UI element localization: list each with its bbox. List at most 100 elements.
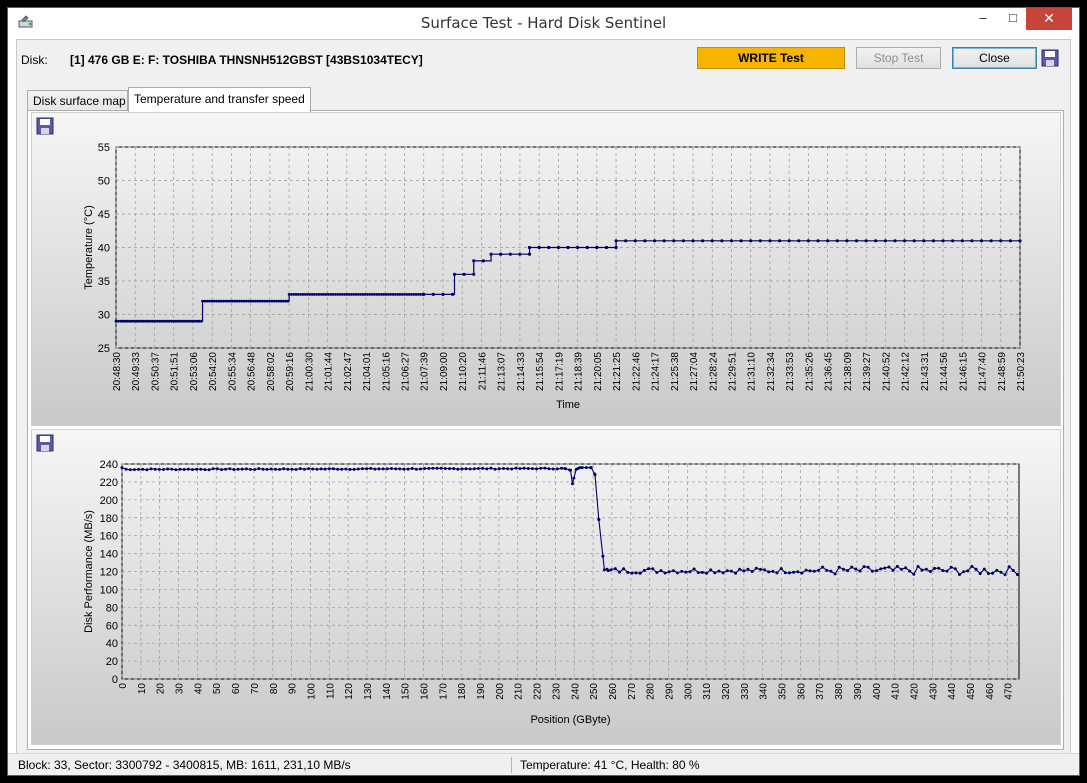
- stop-test-button[interactable]: Stop Test: [856, 47, 941, 69]
- temperature-point: [652, 239, 657, 243]
- performance-point: [443, 467, 447, 470]
- performance-point: [456, 467, 460, 471]
- performance-x-tick-label: 430: [928, 683, 939, 700]
- performance-point: [294, 468, 298, 471]
- temperature-x-tick-label: 21:24:17: [651, 352, 662, 391]
- performance-point: [800, 571, 804, 575]
- temperature-point: [286, 299, 290, 303]
- performance-point: [427, 466, 431, 470]
- performance-point: [622, 567, 626, 571]
- floppy-disk-icon[interactable]: [1041, 49, 1059, 67]
- disk-value: [1] 476 GB E: F: TOSHIBA THNSNH512GBST […: [70, 53, 423, 67]
- title-bar[interactable]: Surface Test - Hard Disk Sentinel – □ ✕: [8, 8, 1079, 38]
- temperature-point: [614, 239, 618, 243]
- tab-temperature-transfer-speed[interactable]: Temperature and transfer speed: [128, 87, 311, 112]
- performance-point: [377, 467, 381, 471]
- temperature-x-tick-label: 21:48:59: [997, 352, 1008, 391]
- performance-point: [460, 467, 464, 471]
- maximize-button[interactable]: □: [998, 8, 1028, 30]
- performance-point: [812, 569, 816, 573]
- performance-x-tick-label: 10: [137, 683, 148, 695]
- performance-point: [680, 569, 684, 573]
- performance-point: [891, 568, 895, 572]
- performance-point: [962, 570, 966, 574]
- performance-point: [569, 468, 572, 472]
- performance-x-tick-label: 50: [212, 683, 223, 695]
- minimize-button[interactable]: –: [968, 8, 998, 30]
- performance-point: [995, 568, 999, 572]
- temperature-x-tick-label: 20:59:16: [285, 352, 296, 391]
- temperature-x-tick-label: 21:50:23: [1016, 352, 1027, 391]
- temperature-x-tick-label: 21:17:19: [554, 352, 565, 391]
- performance-point: [883, 566, 887, 570]
- performance-point: [580, 466, 584, 470]
- temperature-y-tick-label: 30: [98, 310, 110, 322]
- performance-y-tick-label: 100: [100, 584, 118, 596]
- performance-y-tick-label: 80: [106, 602, 118, 614]
- temperature-point: [729, 239, 734, 243]
- temperature-y-tick-label: 35: [98, 276, 110, 288]
- temperature-x-axis-label: Time: [556, 399, 580, 411]
- temperature-x-tick-label: 21:33:53: [785, 352, 796, 391]
- close-button[interactable]: Close: [952, 47, 1037, 69]
- temperature-x-tick-label: 21:31:10: [747, 352, 758, 391]
- performance-point: [211, 467, 215, 471]
- performance-point: [278, 467, 281, 471]
- performance-point: [974, 567, 978, 571]
- performance-point: [124, 467, 128, 471]
- performance-y-tick-label: 40: [106, 638, 118, 650]
- temperature-point: [787, 239, 791, 243]
- performance-x-tick-label: 290: [664, 683, 675, 700]
- performance-point: [547, 467, 551, 471]
- temperature-point: [691, 239, 695, 243]
- temperature-point: [422, 292, 426, 296]
- performance-point: [684, 570, 688, 574]
- temperature-point: [902, 239, 907, 243]
- performance-point: [982, 567, 986, 571]
- performance-point: [539, 466, 543, 470]
- write-test-button[interactable]: WRITE Test: [697, 47, 845, 69]
- performance-point: [825, 568, 829, 572]
- temperature-x-tick-label: 21:02:47: [343, 352, 354, 391]
- performance-point: [721, 571, 725, 575]
- temperature-point: [912, 239, 916, 243]
- performance-point: [854, 567, 858, 571]
- performance-point: [149, 467, 153, 471]
- performance-x-tick-label: 420: [909, 683, 920, 700]
- performance-point: [804, 568, 808, 572]
- temperature-point: [1008, 239, 1012, 243]
- performance-point: [966, 569, 970, 573]
- performance-point: [904, 566, 908, 570]
- performance-point: [555, 467, 559, 471]
- temperature-point: [595, 245, 599, 250]
- performance-point: [257, 467, 261, 471]
- temperature-x-tick-label: 21:43:31: [920, 352, 931, 391]
- tab-panel: 25 30 35 40 45 50 55 20:48:30 20:49:33 20:50:37 20…: [27, 110, 1064, 750]
- temperature-point: [941, 239, 945, 243]
- performance-point: [688, 570, 692, 574]
- performance-point: [298, 467, 302, 471]
- performance-point: [642, 568, 646, 572]
- performance-point: [754, 566, 758, 570]
- performance-point: [1003, 573, 1007, 577]
- performance-point: [435, 466, 439, 470]
- temperature-x-tick-label: 21:28:24: [708, 352, 719, 391]
- performance-point: [987, 572, 990, 575]
- tab-disk-surface-map[interactable]: Disk surface map: [27, 90, 128, 111]
- performance-x-tick-label: 130: [363, 683, 374, 700]
- performance-point: [530, 467, 534, 471]
- performance-point: [601, 554, 605, 558]
- performance-point: [866, 565, 870, 569]
- performance-point: [692, 567, 696, 571]
- temperature-point: [768, 239, 772, 243]
- performance-point: [273, 467, 277, 471]
- performance-x-tick-label: 110: [325, 683, 336, 699]
- performance-point: [647, 567, 650, 571]
- performance-point: [862, 565, 866, 569]
- performance-point: [514, 466, 518, 470]
- temperature-x-tick-label: 21:05:16: [381, 352, 392, 391]
- temperature-point: [508, 252, 512, 256]
- window-close-button[interactable]: ✕: [1026, 8, 1072, 30]
- performance-point: [958, 573, 961, 576]
- performance-point: [875, 569, 878, 573]
